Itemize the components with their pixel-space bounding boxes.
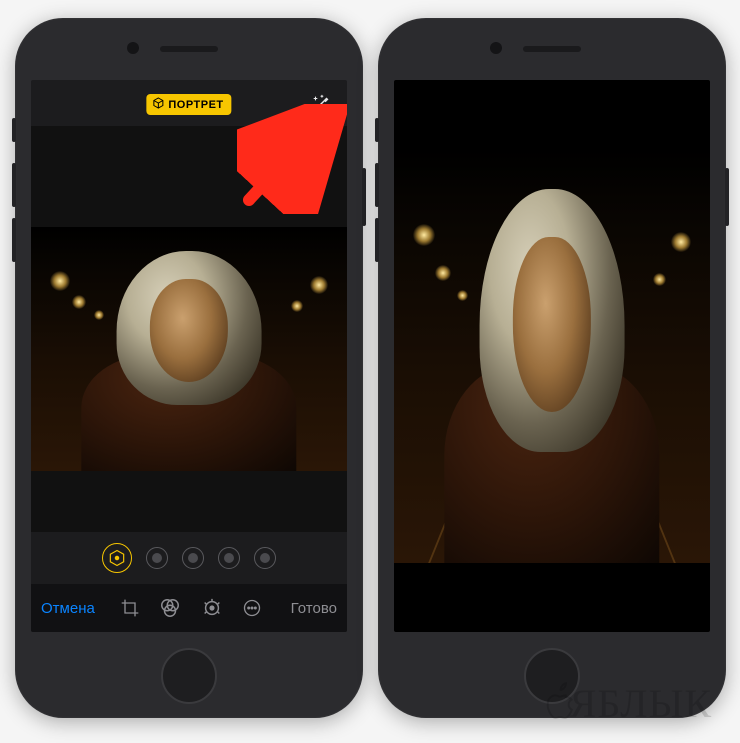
lighting-option-4[interactable] xyxy=(218,547,240,569)
phone-left: ПОРТРЕТ xyxy=(15,18,363,718)
lighting-option-5[interactable] xyxy=(254,547,276,569)
front-camera xyxy=(490,42,502,54)
adjust-dial-icon xyxy=(201,597,223,619)
volume-up-button xyxy=(375,163,379,207)
photo-editor: ПОРТРЕТ xyxy=(31,80,347,632)
front-camera xyxy=(127,42,139,54)
crop-icon xyxy=(120,598,140,618)
mute-switch xyxy=(375,118,379,142)
volume-down-button xyxy=(375,218,379,262)
magic-wand-icon xyxy=(310,93,332,115)
editor-canvas[interactable] xyxy=(31,126,347,532)
apple-outline-icon xyxy=(534,679,574,727)
auto-enhance-button[interactable] xyxy=(307,90,335,118)
editor-top-bar: ПОРТРЕТ xyxy=(31,80,347,126)
earpiece-speaker xyxy=(160,46,218,52)
watermark-text: ЯБЛЫК xyxy=(570,680,712,727)
portrait-mode-badge[interactable]: ПОРТРЕТ xyxy=(146,94,231,115)
screen-right xyxy=(394,80,710,632)
lighting-option-3[interactable] xyxy=(182,547,204,569)
photo-result xyxy=(394,149,710,563)
home-button xyxy=(161,648,217,704)
screen-left: ПОРТРЕТ xyxy=(31,80,347,632)
volume-down-button xyxy=(12,218,16,262)
volume-up-button xyxy=(12,163,16,207)
photo-preview xyxy=(31,227,347,471)
power-button xyxy=(362,168,366,226)
lighting-option-2[interactable] xyxy=(146,547,168,569)
more-button[interactable] xyxy=(242,598,262,618)
editor-bottom-bar: Отмена xyxy=(31,584,347,632)
cube-icon xyxy=(152,97,164,112)
portrait-badge-label: ПОРТРЕТ xyxy=(168,99,223,111)
photo-viewer[interactable] xyxy=(394,80,710,632)
watermark: ЯБЛЫК xyxy=(534,679,712,727)
done-button[interactable]: Готово xyxy=(281,584,337,632)
filters-icon xyxy=(159,597,181,619)
crop-button[interactable] xyxy=(120,598,140,618)
lighting-option-natural[interactable] xyxy=(102,543,132,573)
adjust-button[interactable] xyxy=(201,597,223,619)
mute-switch xyxy=(12,118,16,142)
filters-button[interactable] xyxy=(159,597,181,619)
earpiece-speaker xyxy=(523,46,581,52)
phone-right xyxy=(378,18,726,718)
cancel-button[interactable]: Отмена xyxy=(41,584,101,632)
power-button xyxy=(725,168,729,226)
more-ellipsis-icon xyxy=(242,598,262,618)
portrait-lighting-row xyxy=(31,532,347,584)
hexagon-icon xyxy=(107,548,127,568)
